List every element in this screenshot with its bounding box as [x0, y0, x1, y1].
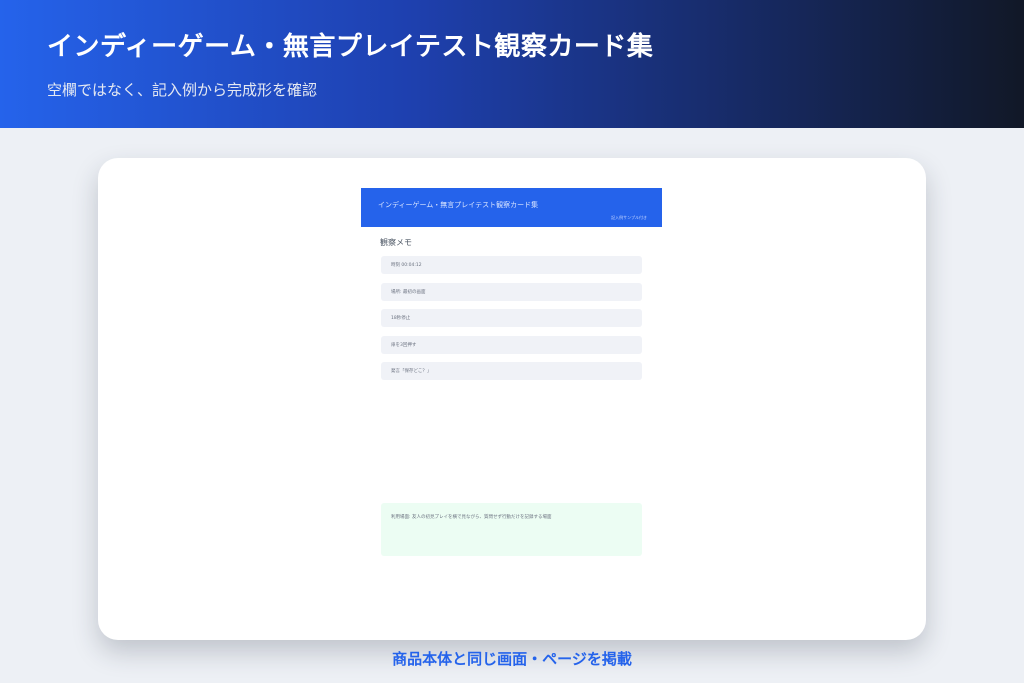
- observation-field: 場所: 最初の画面: [381, 283, 642, 301]
- sheet-title: インディーゲーム・無言プレイテスト観察カード集: [378, 201, 539, 209]
- observation-field: 発言「保存どこ？」: [381, 362, 642, 380]
- section-label-observation: 観察メモ: [380, 238, 412, 247]
- observation-field: 18秒停止: [381, 309, 642, 327]
- observation-field: 扉を3回押す: [381, 336, 642, 354]
- page-subtitle: 空欄ではなく、記入例から完成形を確認: [47, 81, 318, 99]
- usage-scene-box: 利用場面: 友人の初見プレイを横で見ながら、質問せず行動だけを記録する場面: [381, 503, 642, 556]
- hero-banner: インディーゲーム・無言プレイテスト観察カード集 空欄ではなく、記入例から完成形を…: [0, 0, 1024, 128]
- sheet-header-note: 記入例サンプル付き: [611, 215, 647, 220]
- observation-sheet-preview: インディーゲーム・無言プレイテスト観察カード集 記入例サンプル付き 観察メモ 時…: [361, 188, 662, 608]
- preview-caption: 商品本体と同じ画面・ページを掲載: [392, 650, 632, 668]
- page-title: インディーゲーム・無言プレイテスト観察カード集: [47, 32, 654, 62]
- preview-card: インディーゲーム・無言プレイテスト観察カード集 記入例サンプル付き 観察メモ 時…: [98, 158, 926, 640]
- observation-field: 時刻 00:04:12: [381, 256, 642, 274]
- sheet-header: インディーゲーム・無言プレイテスト観察カード集 記入例サンプル付き: [361, 188, 662, 227]
